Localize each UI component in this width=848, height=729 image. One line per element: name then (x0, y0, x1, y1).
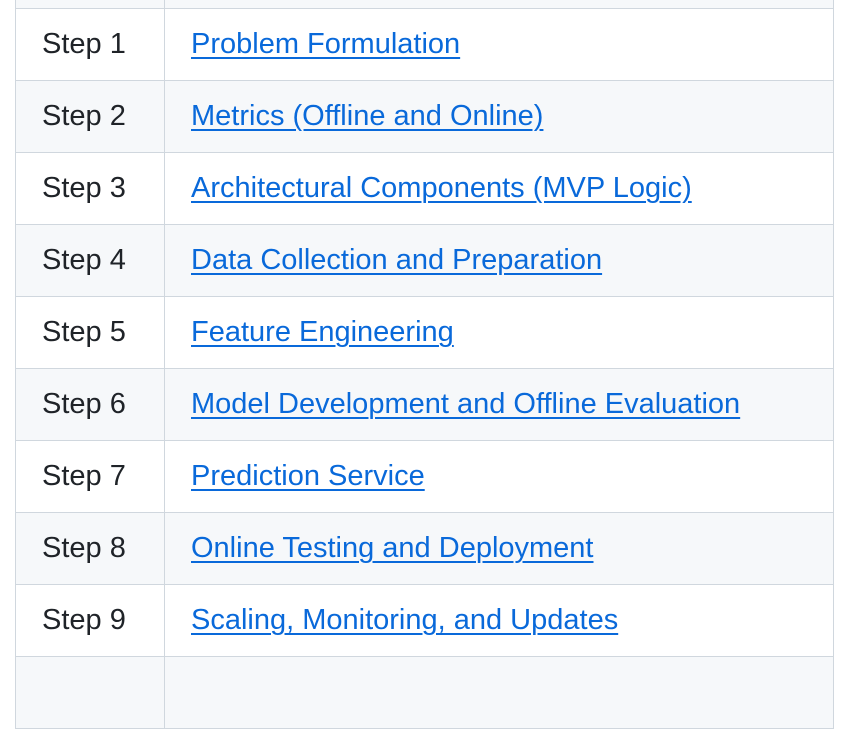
title-cell: Feature Engineering (164, 296, 834, 369)
title-cell (164, 656, 834, 729)
title-cell (164, 0, 834, 9)
step-cell: Step 8 (15, 512, 165, 585)
metrics-link[interactable]: Metrics (Offline and Online) (191, 100, 543, 132)
data-collection-link[interactable]: Data Collection and Preparation (191, 244, 602, 276)
step-cell: Step 6 (15, 368, 165, 441)
step-cell: Step 2 (15, 80, 165, 153)
title-cell: Scaling, Monitoring, and Updates (164, 584, 834, 657)
step-cell: Step 4 (15, 224, 165, 297)
online-testing-link[interactable]: Online Testing and Deployment (191, 532, 594, 564)
table-row-step-1: Step 1 Problem Formulation (15, 8, 834, 81)
step-cell (15, 0, 165, 9)
table-row-step-3: Step 3 Architectural Components (MVP Log… (15, 152, 834, 225)
step-cell (15, 656, 165, 729)
prediction-service-link[interactable]: Prediction Service (191, 460, 425, 492)
step-cell: Step 1 (15, 8, 165, 81)
table-row-step-8: Step 8 Online Testing and Deployment (15, 512, 834, 585)
table-row-step-2: Step 2 Metrics (Offline and Online) (15, 80, 834, 153)
table-row-step-5: Step 5 Feature Engineering (15, 296, 834, 369)
feature-engineering-link[interactable]: Feature Engineering (191, 316, 454, 348)
title-cell: Data Collection and Preparation (164, 224, 834, 297)
table-row-step-4: Step 4 Data Collection and Preparation (15, 224, 834, 297)
title-cell: Problem Formulation (164, 8, 834, 81)
title-cell: Online Testing and Deployment (164, 512, 834, 585)
title-cell: Architectural Components (MVP Logic) (164, 152, 834, 225)
title-cell: Model Development and Offline Evaluation (164, 368, 834, 441)
table-row-step-6: Step 6 Model Development and Offline Eva… (15, 368, 834, 441)
title-cell: Metrics (Offline and Online) (164, 80, 834, 153)
table-row-partial-top (15, 0, 834, 9)
step-cell: Step 9 (15, 584, 165, 657)
model-development-link[interactable]: Model Development and Offline Evaluation (191, 388, 740, 420)
table-row-step-7: Step 7 Prediction Service (15, 440, 834, 513)
scaling-monitoring-link[interactable]: Scaling, Monitoring, and Updates (191, 604, 618, 636)
step-cell: Step 5 (15, 296, 165, 369)
table-row-step-9: Step 9 Scaling, Monitoring, and Updates (15, 584, 834, 657)
table-row-partial-bottom (15, 656, 834, 729)
step-cell: Step 3 (15, 152, 165, 225)
problem-formulation-link[interactable]: Problem Formulation (191, 28, 460, 60)
architectural-components-link[interactable]: Architectural Components (MVP Logic) (191, 172, 692, 204)
title-cell: Prediction Service (164, 440, 834, 513)
steps-table: Step 1 Problem Formulation Step 2 Metric… (15, 0, 834, 729)
steps-table-container: Step 1 Problem Formulation Step 2 Metric… (15, 0, 834, 729)
step-cell: Step 7 (15, 440, 165, 513)
